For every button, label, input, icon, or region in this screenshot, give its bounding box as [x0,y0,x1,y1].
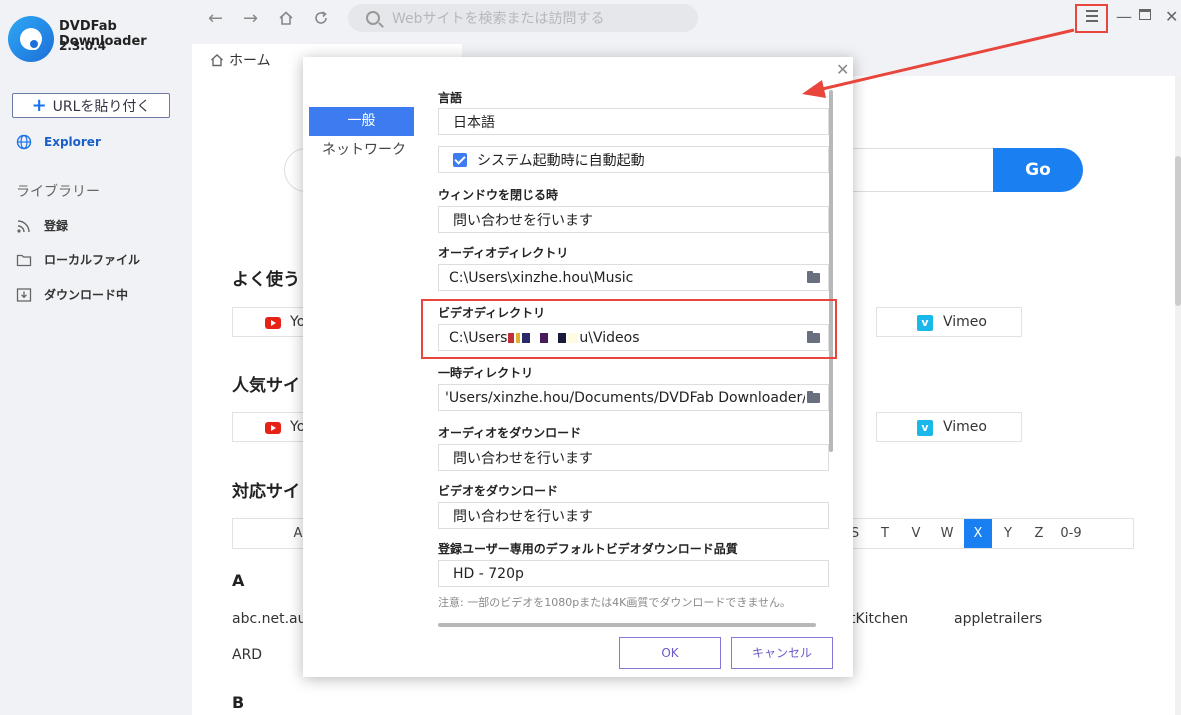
temp-dir-label: 一時ディレクトリ [438,366,534,380]
sidebar-item-label: 登録 [44,219,69,233]
autostart-checkbox-row[interactable]: システム起動時に自動起動 [438,146,829,173]
audio-download-label: オーディオをダウンロード [438,426,582,440]
url-search-input[interactable]: Webサイトを検索または訪問する [348,4,698,32]
section-popular-title: 人気サイ [232,376,300,396]
vimeo-icon: v [917,315,933,331]
back-icon[interactable]: ← [208,8,223,29]
folder-icon[interactable] [807,391,820,403]
temp-dir-field[interactable]: 'Users/xinzhe.hou/Documents/DVDFab Downl… [438,384,829,411]
library-title: ライブラリー [16,184,100,200]
group-a-title: A [232,571,245,590]
sidebar-item-label: ダウンロード中 [44,288,129,302]
sidebar: DVDFab Downloader 2.3.0.4 + URLを貼り付く Exp… [0,0,192,715]
video-download-label: ビデオをダウンロード [438,484,559,498]
scrollbar-thumb[interactable] [1175,156,1181,306]
letter-filter-item[interactable]: Z [1025,519,1053,548]
folder-icon[interactable] [807,271,820,283]
minimize-icon[interactable]: — [1116,7,1132,26]
close-behavior-select[interactable]: 問い合わせを行います [438,206,829,233]
youtube-icon [265,317,281,329]
page-scrollbar[interactable] [1175,76,1181,715]
site-card-vimeo[interactable]: v Vimeo [876,307,1022,337]
vimeo-icon: v [917,420,933,436]
language-select[interactable]: 日本語 [438,108,829,135]
quality-note: 注意: 一部のビデオを1080pまたは4K画質でダウンロードできません。 [438,596,792,609]
sidebar-item-local-files[interactable]: ローカルファイル [16,251,140,268]
dialog-close-icon[interactable]: ✕ [836,60,849,79]
group-b-title: B [232,693,245,712]
autostart-checkbox[interactable] [453,152,467,167]
dialog-horizontal-scrollbar[interactable] [438,623,816,627]
youtube-icon [265,422,281,434]
video-download-select[interactable]: 問い合わせを行います [438,502,829,529]
download-badge-icon [28,38,40,50]
video-dir-highlight-box [421,299,837,359]
close-behavior-label: ウィンドウを閉じる時 [438,188,559,202]
letter-filter-item[interactable]: 0-9 [1053,519,1089,548]
sidebar-item-label: ローカルファイル [44,253,141,267]
settings-dialog: ✕ 一般 ネットワーク 言語 日本語 システム起動時に自動起動 ウィンドウを閉じ… [303,57,853,677]
letter-filter-item[interactable]: Y [994,519,1022,548]
letter-filter-item-selected[interactable]: X [964,519,992,548]
rss-icon [17,219,30,233]
site-link[interactable]: tKitchen [850,611,908,627]
forward-icon[interactable]: → [243,8,258,29]
download-icon [16,287,32,302]
site-card-label: Vimeo [943,419,987,435]
refresh-icon[interactable] [313,10,329,26]
maximize-icon[interactable] [1139,9,1151,20]
site-card-vimeo[interactable]: v Vimeo [876,412,1022,442]
sidebar-item-subscriptions[interactable]: 登録 [16,217,68,234]
quality-label: 登録ユーザー専用のデフォルトビデオダウンロード品質 [438,542,738,556]
section-frequent-title: よく使う [232,270,300,290]
quality-value: HD - 720p [453,565,524,582]
sidebar-item-explorer[interactable]: Explorer [16,134,101,150]
go-button[interactable]: Go [993,148,1083,192]
plus-icon: + [31,94,47,116]
audio-dir-value: C:\Users\xinzhe.hou\Music [449,269,634,286]
video-download-value: 問い合わせを行います [453,508,593,525]
tab-general[interactable]: 一般 [309,107,414,136]
close-icon[interactable]: ✕ [1165,7,1178,26]
language-label: 言語 [438,91,463,105]
home-icon[interactable] [278,10,294,26]
site-link[interactable]: ARD [232,647,262,663]
sidebar-item-label: Explorer [44,135,101,149]
paste-url-label: URLを貼り付く [52,98,151,115]
letter-filter-item[interactable]: T [871,519,899,548]
sidebar-item-downloading[interactable]: ダウンロード中 [16,286,128,303]
audio-dir-field[interactable]: C:\Users\xinzhe.hou\Music [438,264,829,291]
audio-dir-label: オーディオディレクトリ [438,246,569,260]
home-icon [211,54,223,67]
menu-icon[interactable] [1086,10,1098,25]
audio-download-value: 問い合わせを行います [453,450,593,467]
autostart-label: システム起動時に自動起動 [477,152,645,169]
top-bar: ← → Webサイトを検索または訪問する [192,0,1181,38]
globe-icon [16,134,32,150]
letter-filter-item[interactable]: W [933,519,961,548]
tab-network[interactable]: ネットワーク [303,139,425,159]
tab-label: ホーム [229,53,271,69]
letter-filter-item[interactable]: V [902,519,930,548]
dialog-scrollbar[interactable] [829,90,833,452]
folder-icon [16,254,32,266]
temp-dir-value: 'Users/xinzhe.hou/Documents/DVDFab Downl… [445,389,805,406]
site-card-label: Vimeo [943,314,987,330]
search-icon [366,11,380,25]
search-placeholder: Webサイトを検索または訪問する [392,11,605,27]
ok-button[interactable]: OK [619,637,721,669]
section-supported-title: 対応サイ [232,482,300,502]
site-link[interactable]: appletrailers [954,611,1042,627]
audio-download-select[interactable]: 問い合わせを行います [438,444,829,471]
app-version: 2.3.0.4 [59,39,107,53]
paste-url-button[interactable]: + URLを貼り付く [12,93,170,118]
close-behavior-value: 問い合わせを行います [453,212,593,229]
cancel-button[interactable]: キャンセル [731,637,833,669]
language-value: 日本語 [453,114,495,131]
quality-select[interactable]: HD - 720p [438,560,829,587]
